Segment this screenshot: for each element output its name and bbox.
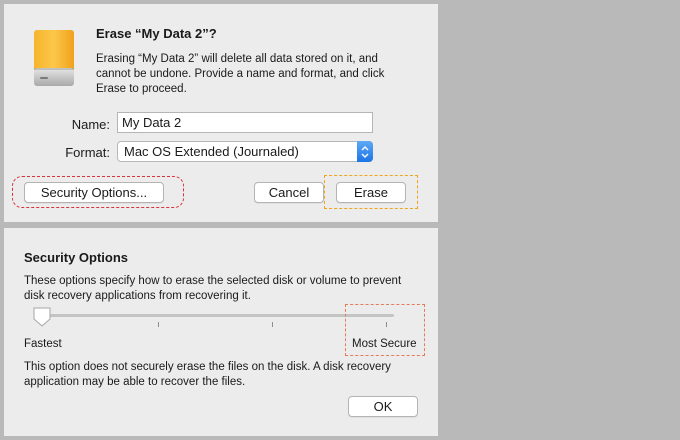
most-secure-label: Most Secure (352, 338, 417, 350)
chevron-updown-icon (357, 141, 373, 162)
dialog-description: Erasing “My Data 2” will delete all data… (96, 53, 385, 95)
security-options-button[interactable]: Security Options... (24, 182, 164, 203)
name-field[interactable] (117, 112, 373, 133)
ok-button[interactable]: OK (348, 396, 418, 417)
fastest-label: Fastest (24, 338, 62, 350)
security-options-title: Security Options (24, 250, 129, 265)
slider-tick (272, 322, 273, 327)
dialog-title: Erase “My Data 2”? (96, 26, 217, 41)
format-label: Format: (65, 145, 110, 160)
erase-button[interactable]: Erase (336, 182, 406, 203)
slider-tick (158, 322, 159, 327)
security-options-dialog: Security Options These options specify h… (4, 228, 438, 436)
format-select[interactable]: Mac OS Extended (Journaled) (117, 141, 373, 162)
format-select-value: Mac OS Extended (Journaled) (124, 144, 299, 159)
name-label: Name: (71, 117, 110, 132)
cancel-button[interactable]: Cancel (254, 182, 324, 203)
security-note: This option does not securely erase the … (24, 361, 391, 388)
erase-dialog: Erase “My Data 2”? Erasing “My Data 2” w… (4, 4, 438, 222)
security-slider-track[interactable] (42, 314, 394, 317)
security-slider-knob[interactable] (32, 306, 52, 328)
external-drive-icon (34, 30, 74, 86)
security-options-description: These options specify how to erase the s… (24, 275, 402, 302)
